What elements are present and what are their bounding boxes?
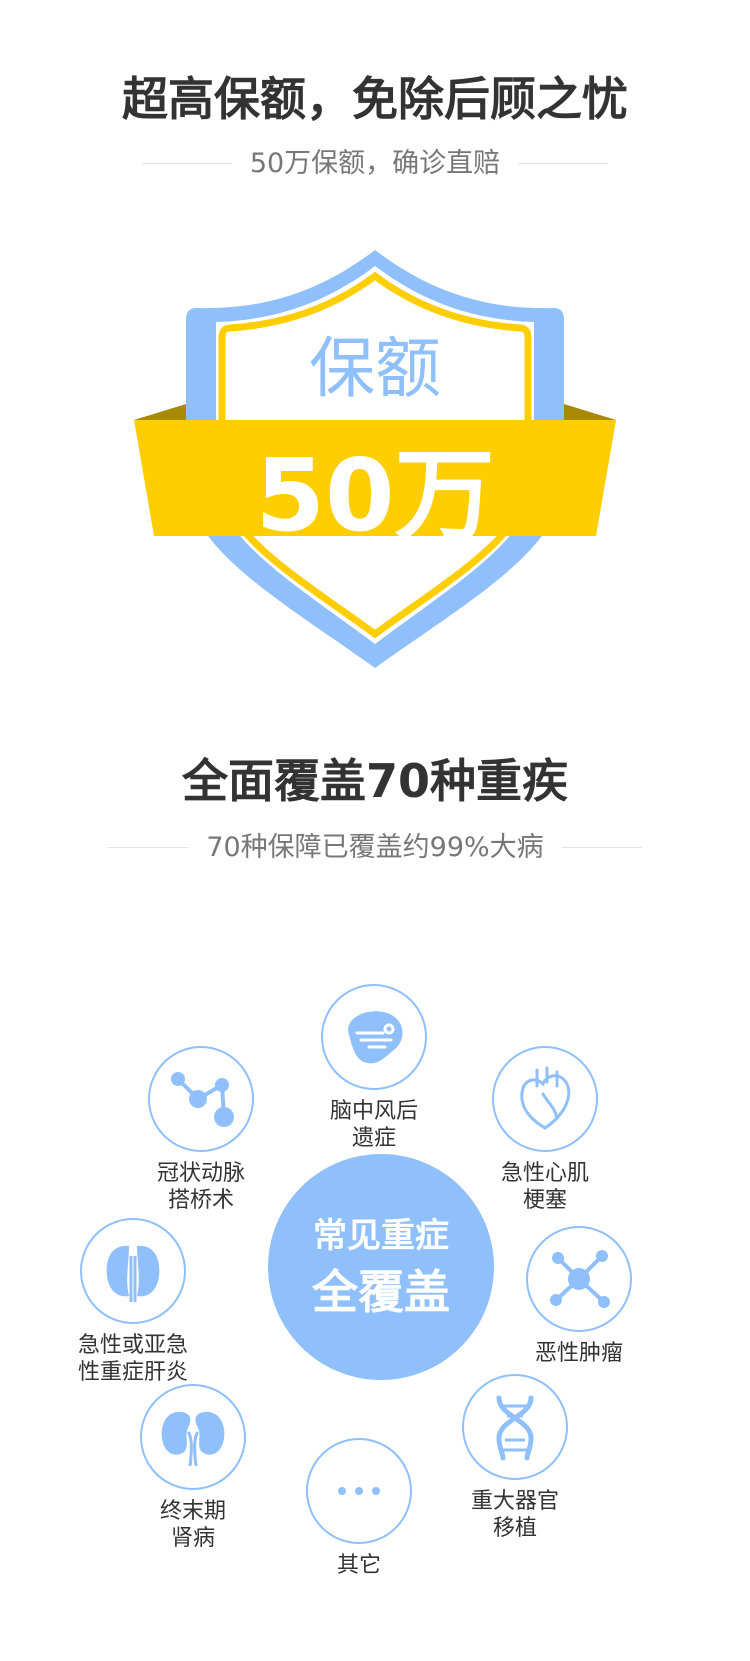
section2-title: 全面覆盖70种重疾 xyxy=(181,754,568,808)
center-line1: 常见重症 xyxy=(313,1216,449,1256)
section2-subtitle-row: 70种保障已覆盖约99%大病 xyxy=(85,834,665,861)
disease-label: 重大器官 移植 xyxy=(470,1489,559,1541)
disease-label: 急性或亚急 性重症肝炎 xyxy=(77,1333,188,1385)
disease-label: 终末期 肾病 xyxy=(159,1499,226,1551)
disease-item-mi: 急性心肌 梗塞 xyxy=(470,1046,620,1214)
dna-icon xyxy=(462,1374,568,1480)
coverage-center-disc: 常见重症 全覆盖 xyxy=(268,1154,494,1380)
shield-amount: 50万 xyxy=(255,437,495,554)
divider-left xyxy=(108,847,189,848)
disease-item-transplant: 重大器官 移植 xyxy=(440,1374,590,1542)
disease-item-cancer: 恶性肿瘤 xyxy=(504,1226,654,1367)
coverage-shield-badge: 保额 50万 xyxy=(130,248,620,668)
disease-item-renal: 终末期 肾病 xyxy=(118,1384,268,1552)
tumor-network-icon xyxy=(526,1226,632,1332)
brain-icon xyxy=(321,984,427,1090)
more-dots-icon xyxy=(306,1438,412,1544)
disease-label: 急性心肌 梗塞 xyxy=(500,1161,589,1213)
section2-subtitle: 70种保障已覆盖约99%大病 xyxy=(206,832,544,863)
section1-title: 超高保额，免除后顾之忧 xyxy=(122,72,628,126)
disease-label: 恶性肿瘤 xyxy=(534,1341,623,1366)
shield-top-label: 保额 xyxy=(309,330,441,407)
disease-label: 冠状动脉 搭桥术 xyxy=(156,1161,245,1213)
section1-subtitle-row: 50万保额，确诊直赔 xyxy=(115,150,635,177)
section1-subtitle: 50万保额，确诊直赔 xyxy=(249,148,501,179)
disease-item-cabg: 冠状动脉 搭桥术 xyxy=(126,1046,276,1214)
divider-right xyxy=(561,847,642,848)
molecule-chain-icon xyxy=(148,1046,254,1152)
divider-right xyxy=(518,163,609,164)
disease-label: 其它 xyxy=(336,1553,381,1578)
disease-item-stroke: 脑中风后 遗症 xyxy=(299,984,449,1152)
kidney-icon xyxy=(140,1384,246,1490)
disease-item-other: 其它 xyxy=(284,1438,434,1579)
disease-label: 脑中风后 遗症 xyxy=(329,1099,418,1151)
heart-icon xyxy=(492,1046,598,1152)
liver-icon xyxy=(80,1218,186,1324)
divider-left xyxy=(141,163,232,164)
disease-item-hepatitis: 急性或亚急 性重症肝炎 xyxy=(58,1218,208,1386)
center-line2: 全覆盖 xyxy=(312,1265,450,1319)
